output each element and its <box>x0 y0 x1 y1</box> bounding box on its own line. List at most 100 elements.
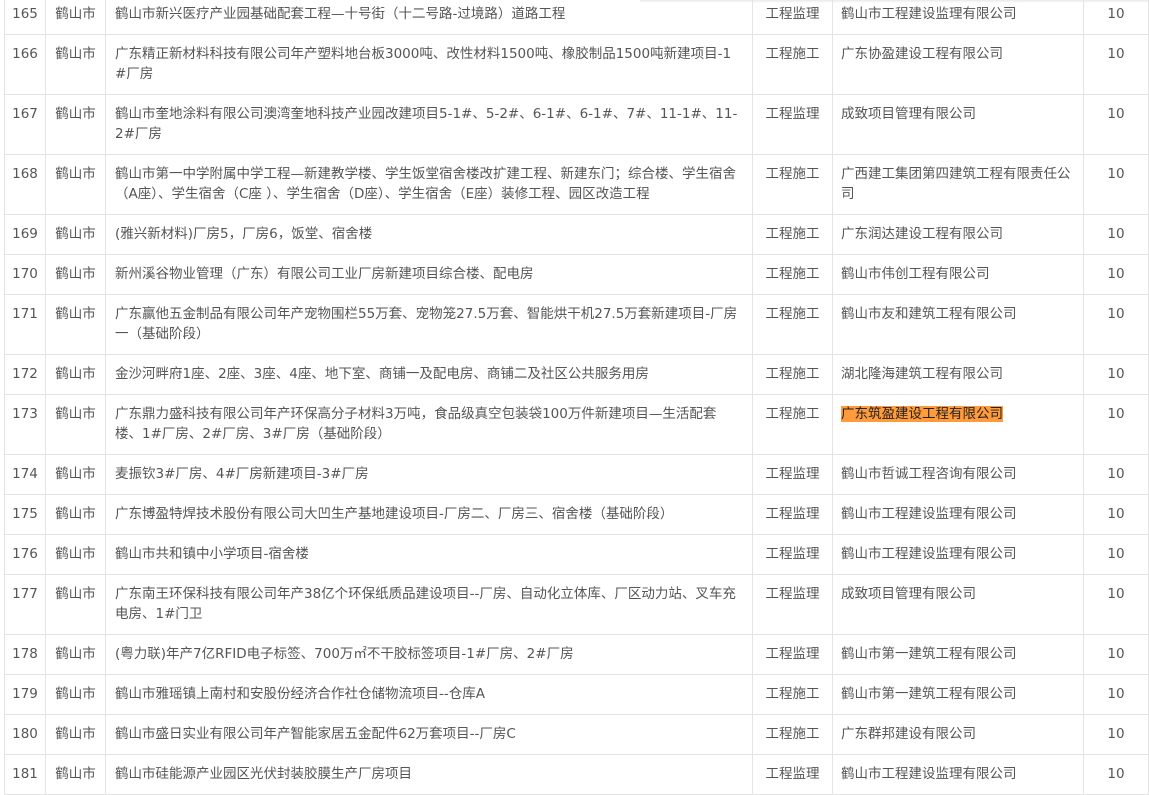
cell-project-name-text: (雅兴新材料)厂房5，厂房6，饭堂、宿舍楼 <box>115 226 373 242</box>
cell-work-type-text: 工程施工 <box>765 406 820 422</box>
cell-row-number: 172 <box>4 354 46 395</box>
cell-project-name-text: 鹤山市第一中学附属中学工程—新建教学楼、学生饭堂宿舍楼改扩建工程、新建东门；综合… <box>115 166 736 202</box>
cell-city-text: 鹤山市 <box>55 586 96 602</box>
cell-score: 10 <box>1083 154 1149 215</box>
cell-row-number-text: 168 <box>12 166 38 182</box>
cell-city-text: 鹤山市 <box>55 306 96 322</box>
cell-work-type: 工程监理 <box>752 494 833 535</box>
cell-score-text: 10 <box>1107 766 1125 782</box>
cell-city-text: 鹤山市 <box>55 726 96 742</box>
cell-row-number: 176 <box>4 534 46 575</box>
cell-score-text: 10 <box>1107 686 1125 702</box>
table-row: 181 鹤山市 鹤山市硅能源产业园区光伏封装胶膜生产厂房项目 工程监理 鹤山市工程建设监… <box>4 754 1149 795</box>
cell-company: 鹤山市第一建筑工程有限公司 <box>832 674 1084 715</box>
cell-city: 鹤山市 <box>45 454 106 495</box>
cell-work-type: 工程监理 <box>752 634 833 675</box>
cell-score: 10 <box>1083 254 1149 295</box>
cell-work-type: 工程施工 <box>752 214 833 255</box>
cell-company: 鹤山市友和建筑工程有限公司 <box>832 294 1084 355</box>
cell-row-number: 174 <box>4 454 46 495</box>
cell-row-number-text: 165 <box>12 6 38 22</box>
cell-row-number: 171 <box>4 294 46 355</box>
cell-work-type: 工程施工 <box>752 294 833 355</box>
cell-score-text: 10 <box>1107 46 1125 62</box>
cell-project-name-text: 广东博盈特焊技术股份有限公司大凹生产基地建设项目-厂房二、厂房三、宿舍楼（基础阶… <box>115 506 674 522</box>
cell-company: 成致项目管理有限公司 <box>832 574 1084 635</box>
cell-row-number-text: 170 <box>12 266 38 282</box>
cell-project-name: 广东精正新材料科技有限公司年产塑料地台板3000吨、改性材料1500吨、橡胶制品… <box>105 34 753 95</box>
cell-score: 10 <box>1083 714 1149 755</box>
cell-score: 10 <box>1083 294 1149 355</box>
cell-project-name: 广东鼎力盛科技有限公司年产环保高分子材料3万吨，食品级真空包装袋100万件新建项… <box>105 394 753 455</box>
cell-project-name-text: 广东精正新材料科技有限公司年产塑料地台板3000吨、改性材料1500吨、橡胶制品… <box>115 46 732 82</box>
cell-city: 鹤山市 <box>45 294 106 355</box>
cell-company-text: 广东协盈建设工程有限公司 <box>841 46 1003 62</box>
cell-city-text: 鹤山市 <box>55 106 96 122</box>
cell-row-number-text: 177 <box>12 586 38 602</box>
cell-project-name: 鹤山市硅能源产业园区光伏封装胶膜生产厂房项目 <box>105 754 753 795</box>
cell-work-type-text: 工程施工 <box>765 46 820 62</box>
cell-score-text: 10 <box>1107 586 1125 602</box>
cell-company-text: 湖北隆海建筑工程有限公司 <box>841 366 1003 382</box>
cell-project-name-text: 鹤山市雅瑶镇上南村和安股份经济合作社仓储物流项目--仓库A <box>115 686 485 702</box>
cell-score-text: 10 <box>1107 466 1125 482</box>
cell-work-type: 工程监理 <box>752 94 833 155</box>
cell-score-text: 10 <box>1107 366 1125 382</box>
cell-row-number: 167 <box>4 94 46 155</box>
cell-score: 10 <box>1083 0 1149 35</box>
cell-company-text: 鹤山市友和建筑工程有限公司 <box>841 306 1017 322</box>
cell-city: 鹤山市 <box>45 494 106 535</box>
cell-project-name-text: (粤力联)年产7亿RFID电子标签、700万㎡不干胶标签项目-1#厂房、2#厂房 <box>115 646 574 662</box>
table-row: 178 鹤山市 (粤力联)年产7亿RFID电子标签、700万㎡不干胶标签项目-1#厂… <box>4 634 1149 675</box>
cell-row-number: 166 <box>4 34 46 95</box>
cell-city: 鹤山市 <box>45 0 106 35</box>
cell-company: 鹤山市工程建设监理有限公司 <box>832 534 1084 575</box>
table-row: 167 鹤山市 鹤山市奎地涂料有限公司澳湾奎地科技产业园改建项目5-1#、5-2#、… <box>4 94 1149 155</box>
cell-company: 鹤山市哲诚工程咨询有限公司 <box>832 454 1084 495</box>
project-table: 165 鹤山市 鹤山市新兴医疗产业园基础配套工程—十号街（十二号路-过境路）道路工程… <box>4 0 1149 795</box>
cell-city-text: 鹤山市 <box>55 166 96 182</box>
cell-work-type-text: 工程监理 <box>765 586 820 602</box>
cell-work-type-text: 工程施工 <box>765 726 820 742</box>
cell-project-name: 鹤山市盛日实业有限公司年产智能家居五金配件62万套项目--厂房C <box>105 714 753 755</box>
cell-company: 鹤山市伟创工程有限公司 <box>832 254 1084 295</box>
cell-row-number-text: 174 <box>12 466 38 482</box>
cell-project-name-text: 鹤山市新兴医疗产业园基础配套工程—十号街（十二号路-过境路）道路工程 <box>115 6 566 22</box>
cell-work-type: 工程监理 <box>752 754 833 795</box>
cell-company-text: 广西建工集团第四建筑工程有限责任公司 <box>841 166 1071 202</box>
cell-city: 鹤山市 <box>45 634 106 675</box>
cell-work-type: 工程施工 <box>752 34 833 95</box>
cell-company-text: 成致项目管理有限公司 <box>841 106 976 122</box>
cell-project-name-text: 鹤山市奎地涂料有限公司澳湾奎地科技产业园改建项目5-1#、5-2#、6-1#、6… <box>115 106 738 142</box>
cell-row-number-text: 175 <box>12 506 38 522</box>
cell-work-type-text: 工程监理 <box>765 506 820 522</box>
cell-score: 10 <box>1083 354 1149 395</box>
cell-row-number-text: 171 <box>12 306 38 322</box>
cell-company: 广东筑盈建设工程有限公司 <box>832 394 1084 455</box>
table-row: 180 鹤山市 鹤山市盛日实业有限公司年产智能家居五金配件62万套项目--厂房C 工程… <box>4 714 1149 755</box>
cell-company-text: 成致项目管理有限公司 <box>841 586 976 602</box>
cell-row-number: 180 <box>4 714 46 755</box>
cell-company: 鹤山市第一建筑工程有限公司 <box>832 634 1084 675</box>
cell-city-text: 鹤山市 <box>55 6 96 22</box>
cell-company: 广西建工集团第四建筑工程有限责任公司 <box>832 154 1084 215</box>
cell-city: 鹤山市 <box>45 254 106 295</box>
cell-city-text: 鹤山市 <box>55 226 96 242</box>
cell-project-name-text: 鹤山市共和镇中小学项目-宿舍楼 <box>115 546 309 562</box>
cell-work-type: 工程施工 <box>752 674 833 715</box>
cell-work-type: 工程监理 <box>752 574 833 635</box>
cell-project-name: (雅兴新材料)厂房5，厂房6，饭堂、宿舍楼 <box>105 214 753 255</box>
table-row: 169 鹤山市 (雅兴新材料)厂房5，厂房6，饭堂、宿舍楼 工程施工 广东润达建设工程有… <box>4 214 1149 255</box>
cell-work-type-text: 工程监理 <box>765 6 820 22</box>
cell-row-number: 169 <box>4 214 46 255</box>
cell-row-number: 179 <box>4 674 46 715</box>
cell-row-number-text: 181 <box>12 766 38 782</box>
cell-project-name: (粤力联)年产7亿RFID电子标签、700万㎡不干胶标签项目-1#厂房、2#厂房 <box>105 634 753 675</box>
cell-city: 鹤山市 <box>45 754 106 795</box>
table-row: 172 鹤山市 金沙河畔府1座、2座、3座、4座、地下室、商铺一及配电房、商铺二及社… <box>4 354 1149 395</box>
cell-city: 鹤山市 <box>45 94 106 155</box>
cell-company-text: 广东润达建设工程有限公司 <box>841 226 1003 242</box>
cell-city: 鹤山市 <box>45 534 106 575</box>
cell-project-name-text: 广东赢他五金制品有限公司年产宠物围栏55万套、宠物笼27.5万套、智能烘干机27… <box>115 306 738 342</box>
cell-row-number: 170 <box>4 254 46 295</box>
